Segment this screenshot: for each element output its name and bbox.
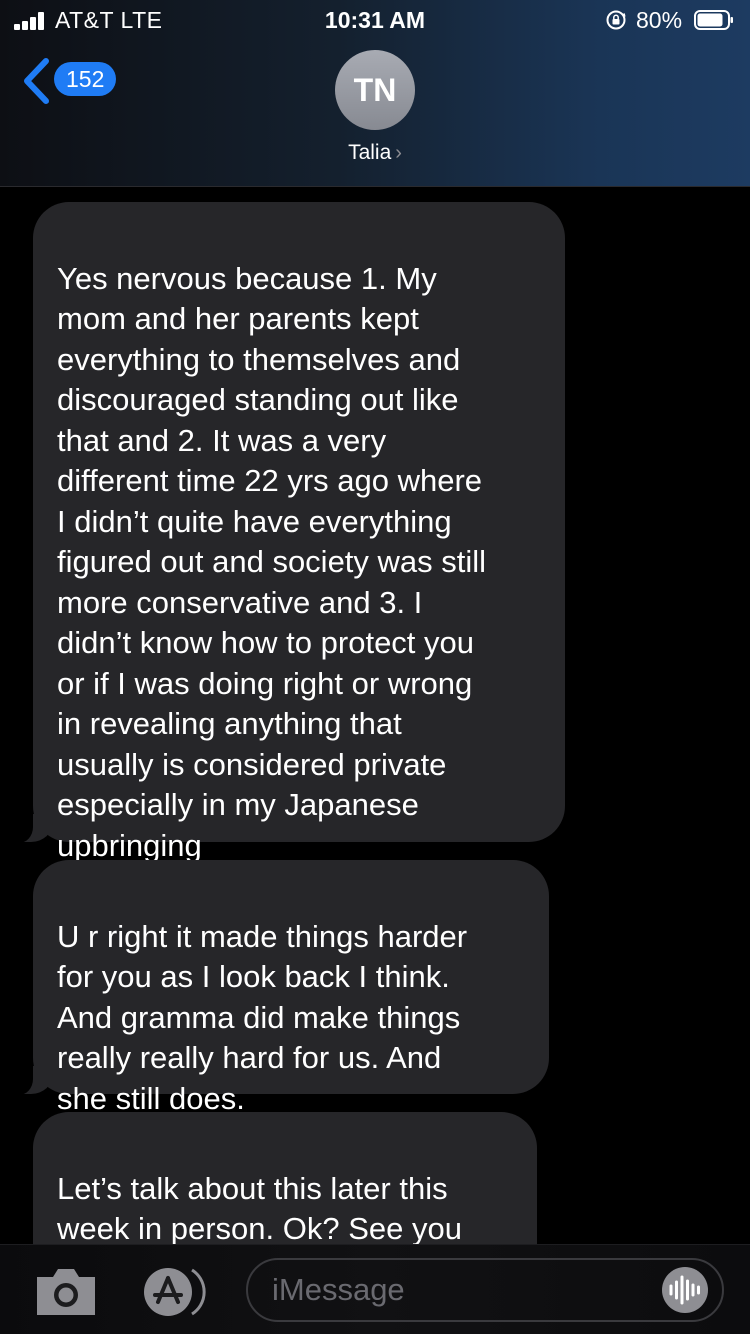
contact-avatar[interactable]: TN	[335, 50, 415, 130]
message-text: U r right it made things harder for you …	[57, 918, 468, 1116]
chevron-left-icon	[24, 58, 49, 104]
message-bubble-incoming[interactable]: Yes nervous because 1. My mom and her pa…	[7, 202, 565, 863]
camera-button[interactable]	[33, 1265, 99, 1319]
contact-name: Talia	[348, 141, 392, 164]
unread-count-badge: 152	[54, 62, 117, 96]
app-store-icon	[144, 1268, 206, 1316]
imessage-input[interactable]	[246, 1258, 724, 1322]
battery-percentage: 80%	[636, 7, 683, 33]
chevron-right-icon: ›	[395, 142, 402, 164]
rotation-lock-icon	[606, 10, 626, 30]
conversation-header: AT&T LTE 10:31 AM 80% 152 TN Talia ›	[0, 0, 750, 187]
status-bar: AT&T LTE 10:31 AM 80%	[0, 0, 750, 40]
back-button[interactable]: 152	[22, 58, 122, 104]
message-input-bar	[0, 1244, 750, 1334]
audio-waveform-icon	[662, 1267, 708, 1313]
messages-screen: AT&T LTE 10:31 AM 80% 152 TN Talia › Yes…	[0, 0, 750, 1334]
app-store-button[interactable]	[140, 1266, 214, 1318]
message-list[interactable]: Yes nervous because 1. My mom and her pa…	[0, 187, 750, 1244]
message-bubble-incoming[interactable]: Let’s talk about this later this week in…	[33, 1112, 537, 1244]
contact-name-button[interactable]: Talia ›	[0, 141, 750, 165]
audio-message-button[interactable]	[654, 1267, 716, 1313]
camera-icon	[37, 1269, 95, 1315]
message-bubble-incoming[interactable]: U r right it made things harder for you …	[7, 860, 549, 1116]
battery-icon	[694, 10, 733, 30]
message-text: Let’s talk about this later this week in…	[57, 1170, 462, 1245]
message-text: Yes nervous because 1. My mom and her pa…	[57, 260, 487, 863]
